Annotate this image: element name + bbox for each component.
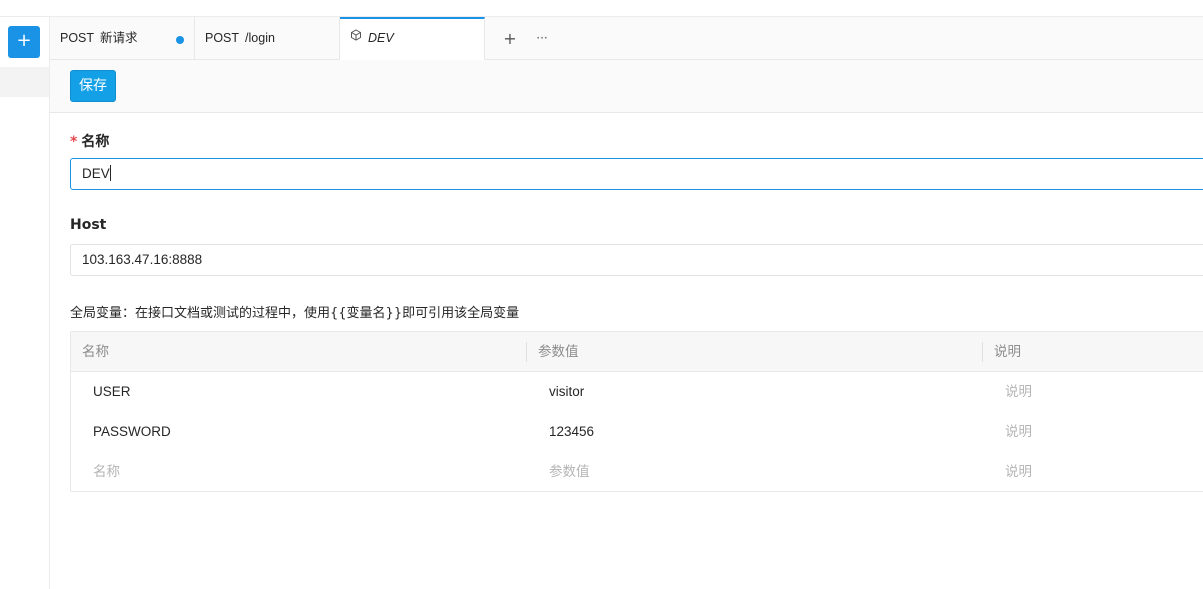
var-name-cell[interactable]: PASSWORD xyxy=(93,412,171,452)
var-value-cell[interactable]: visitor xyxy=(549,372,584,412)
var-value-cell[interactable]: 123456 xyxy=(549,412,594,452)
table-header: 名称 参数值 说明 xyxy=(71,332,1203,372)
host-input-value: 103.163.47.16:8888 xyxy=(82,252,203,267)
name-label-text: 名称 xyxy=(81,134,110,150)
tab-bar: POST 新请求 POST/login DEV + ··· xyxy=(50,17,1203,60)
column-divider[interactable] xyxy=(982,342,983,362)
save-button[interactable]: 保存 xyxy=(70,70,116,102)
more-dots-icon: ··· xyxy=(536,31,548,45)
table-row: USER visitor 说明 xyxy=(71,372,1203,412)
new-var-value-input[interactable]: 参数值 xyxy=(549,452,590,492)
window-top-strip xyxy=(0,0,1203,17)
var-note-cell[interactable]: 说明 xyxy=(1005,412,1032,452)
environment-cube-icon xyxy=(350,18,362,57)
left-sidebar: + xyxy=(0,17,50,589)
required-marker: * xyxy=(70,134,78,150)
host-label: Host xyxy=(70,217,107,233)
new-item-button[interactable]: + xyxy=(8,26,40,58)
tab-title: 新请求 xyxy=(100,31,138,45)
table-row-new: 名称 参数值 说明 xyxy=(71,452,1203,492)
add-tab-button[interactable]: + xyxy=(500,17,520,60)
column-header-note: 说明 xyxy=(994,344,1021,360)
new-var-note-input[interactable]: 说明 xyxy=(1005,452,1032,492)
name-input-value: DEV xyxy=(82,166,110,181)
tab-env-dev[interactable]: DEV xyxy=(340,17,485,60)
var-note-cell[interactable]: 说明 xyxy=(1005,372,1032,412)
unsaved-dot-icon xyxy=(176,36,184,44)
plus-icon: + xyxy=(16,30,32,51)
column-header-name: 名称 xyxy=(82,344,109,360)
more-tabs-button[interactable]: ··· xyxy=(532,17,552,60)
tab-post-login[interactable]: POST/login xyxy=(195,17,340,60)
text-caret xyxy=(109,164,111,181)
toolbar: 保存 xyxy=(50,60,1203,113)
tab-method: POST xyxy=(205,31,240,45)
new-var-name-input[interactable]: 名称 xyxy=(93,452,120,492)
tab-post-new-request[interactable]: POST 新请求 xyxy=(50,17,195,60)
tab-title: DEV xyxy=(368,31,394,45)
column-divider[interactable] xyxy=(526,342,527,362)
var-name-cell[interactable]: USER xyxy=(93,372,131,412)
plus-icon: + xyxy=(503,29,517,48)
tab-method: POST xyxy=(60,31,95,45)
table-row: PASSWORD 123456 说明 xyxy=(71,412,1203,452)
name-label: * 名称 xyxy=(70,131,109,151)
tab-title: /login xyxy=(245,31,275,45)
global-vars-table: 名称 参数值 说明 USER visitor 说明 PASSWORD 12345… xyxy=(70,331,1203,492)
host-input[interactable]: 103.163.47.16:8888 xyxy=(70,244,1203,276)
column-header-value: 参数值 xyxy=(538,344,579,360)
global-vars-description: 全局变量：在接口文档或测试的过程中，使用{{变量名}}即可引用该全局变量 xyxy=(70,306,520,321)
sidebar-selected-item[interactable] xyxy=(0,67,49,97)
name-input[interactable]: DEV xyxy=(70,158,1203,190)
